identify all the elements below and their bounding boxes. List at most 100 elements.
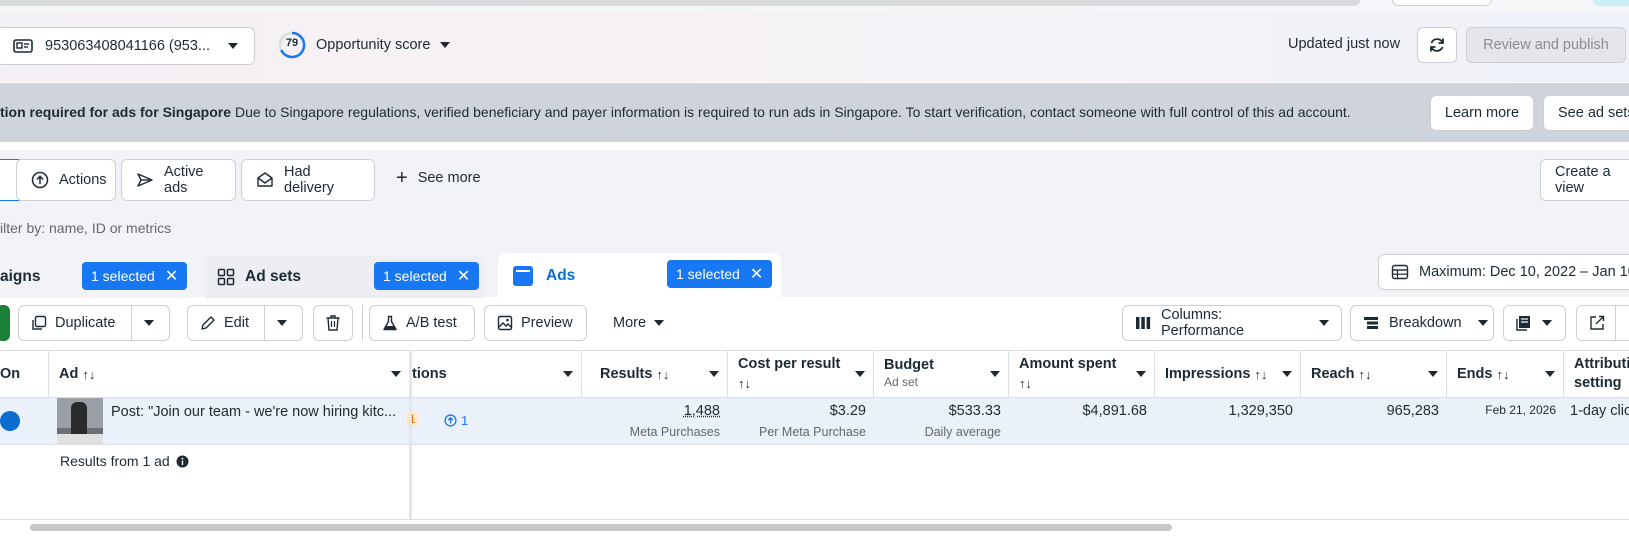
edit-button[interactable]: Edit xyxy=(188,306,264,340)
cost-sub: Per Meta Purchase xyxy=(759,425,866,439)
edit-dropdown[interactable] xyxy=(265,306,299,340)
score-ring-icon: 79 xyxy=(278,31,306,59)
budget-sub: Daily average xyxy=(925,425,1001,439)
info-icon[interactable] xyxy=(176,455,189,468)
column-ends[interactable]: Ends ↑↓ xyxy=(1447,350,1564,398)
results-sub: Meta Purchases xyxy=(630,425,720,439)
banner-title: tion required for ads for Singapore xyxy=(0,104,231,120)
column-budget[interactable]: Budget Ad set xyxy=(874,350,1009,398)
impressions-value: 1,329,350 xyxy=(1228,403,1293,419)
search-filter-input[interactable]: ilter by: name, ID or metrics xyxy=(0,207,1629,247)
budget-value[interactable]: $533.33 xyxy=(949,403,1001,419)
breakdown-button[interactable]: Breakdown xyxy=(1350,305,1494,341)
chevron-down-icon xyxy=(563,371,573,377)
column-ad-label: Ad xyxy=(59,366,78,382)
more-button[interactable]: More xyxy=(613,315,664,331)
column-ends-label: Ends xyxy=(1457,366,1492,382)
active-ads-filter-button[interactable]: Active ads xyxy=(121,159,236,201)
review-and-publish-button[interactable]: Review and publish xyxy=(1466,27,1626,63)
results-footer: Results from 1 ad xyxy=(60,453,189,469)
ads-selected-chip[interactable]: 1 selected ✕ xyxy=(667,260,772,288)
column-on-label: On xyxy=(0,366,20,382)
ab-test-button[interactable]: A/B test xyxy=(369,305,475,341)
actions-filter-button[interactable]: Actions xyxy=(16,159,116,201)
refresh-icon xyxy=(1428,36,1446,54)
upload-circle-icon xyxy=(31,171,49,189)
ad-sets-chip-label: 1 selected xyxy=(383,268,447,284)
send-icon xyxy=(136,171,154,189)
column-impressions-label: Impressions xyxy=(1165,366,1250,382)
column-reach[interactable]: Reach ↑↓ xyxy=(1301,350,1447,398)
column-ad[interactable]: Ad ↑↓ xyxy=(49,350,410,398)
cost-value: $3.29 xyxy=(830,403,866,419)
campaigns-chip-label: 1 selected xyxy=(91,268,155,284)
search-placeholder: ilter by: name, ID or metrics xyxy=(0,220,171,236)
chevron-down-icon xyxy=(144,320,154,326)
ad-window-icon xyxy=(512,265,534,287)
copy-icon xyxy=(31,315,47,331)
preview-button[interactable]: Preview xyxy=(484,305,587,341)
edit-label: Edit xyxy=(224,315,249,331)
create-button-edge[interactable] xyxy=(0,305,10,341)
column-actions[interactable]: tions xyxy=(412,350,582,398)
preview-label: Preview xyxy=(521,315,573,331)
ads-tab-label: Ads xyxy=(546,267,575,285)
see-more-button[interactable]: + See more xyxy=(396,170,481,186)
see-ad-sets-button[interactable]: See ad sets xyxy=(1543,95,1629,131)
account-selector[interactable]: 953063408041166 (953... xyxy=(0,27,255,65)
frozen-column-divider[interactable] xyxy=(409,350,412,520)
campaigns-selected-chip[interactable]: 1 selected ✕ xyxy=(82,262,187,290)
verification-banner: tion required for ads for Singapore Due … xyxy=(0,83,1629,142)
had-delivery-filter-button[interactable]: Had delivery xyxy=(241,159,375,201)
toolbar-divider xyxy=(362,305,363,341)
column-amount-spent[interactable]: Amount spent ↑↓ xyxy=(1009,350,1155,398)
close-icon[interactable]: ✕ xyxy=(457,266,470,286)
close-icon[interactable]: ✕ xyxy=(165,266,178,286)
active-ads-label: Active ads xyxy=(164,164,221,196)
warning-badge[interactable]: 1 xyxy=(406,412,419,426)
amount-spent-value: $4,891.68 xyxy=(1082,403,1147,419)
column-results[interactable]: Results ↑↓ xyxy=(582,350,728,398)
reach-value: 965,283 xyxy=(1387,403,1439,419)
results-value[interactable]: 1,488 xyxy=(684,403,720,419)
report-icon xyxy=(1516,315,1532,331)
chevron-down-icon xyxy=(440,42,450,48)
date-range-picker[interactable]: Maximum: Dec 10, 2022 – Jan 10, 2 xyxy=(1378,254,1629,290)
duplicate-label: Duplicate xyxy=(55,315,115,331)
close-icon[interactable]: ✕ xyxy=(750,264,763,284)
chevron-down-icon xyxy=(391,371,401,377)
horizontal-scrollbar[interactable] xyxy=(30,524,1172,531)
column-budget-sub: Ad set xyxy=(884,374,918,391)
export-button[interactable] xyxy=(1576,305,1629,341)
refresh-button[interactable] xyxy=(1417,27,1457,63)
delete-button[interactable] xyxy=(313,305,353,341)
on-toggle[interactable] xyxy=(0,411,20,431)
envelope-icon xyxy=(256,171,274,189)
table-bottom-border xyxy=(0,519,1629,520)
columns-icon xyxy=(1135,316,1151,330)
plus-icon: + xyxy=(396,171,408,185)
ad-thumbnail[interactable] xyxy=(57,398,103,444)
duplicate-button[interactable]: Duplicate xyxy=(19,306,131,340)
column-cost-per-result[interactable]: Cost per result ↑↓ xyxy=(728,350,874,398)
opportunity-score[interactable]: 79 Opportunity score xyxy=(278,31,450,59)
ab-test-label: A/B test xyxy=(406,315,457,331)
reports-button[interactable] xyxy=(1503,305,1566,341)
score-label: Opportunity score xyxy=(316,37,430,53)
external-link-icon xyxy=(1589,315,1605,331)
duplicate-dropdown[interactable] xyxy=(132,306,166,340)
column-on[interactable]: On xyxy=(0,350,49,398)
columns-button[interactable]: Columns: Performance xyxy=(1122,305,1342,341)
ad-name[interactable]: Post: "Join our team - we're now hiring … xyxy=(111,404,396,420)
chevron-down-icon xyxy=(1478,320,1488,326)
duplicate-button-group[interactable]: Duplicate xyxy=(18,305,170,341)
edit-button-group[interactable]: Edit xyxy=(187,305,303,341)
column-attribution[interactable]: Attributio setting xyxy=(1564,350,1629,398)
learn-more-button[interactable]: Learn more xyxy=(1430,95,1534,131)
create-view-button[interactable]: Create a view xyxy=(1540,159,1629,201)
column-impressions[interactable]: Impressions ↑↓ xyxy=(1155,350,1301,398)
actions-badge[interactable]: 1 xyxy=(444,413,468,428)
ad-sets-selected-chip[interactable]: 1 selected ✕ xyxy=(374,262,479,290)
sort-icon: ↑↓ xyxy=(656,367,669,382)
chevron-down-icon xyxy=(1319,320,1329,326)
